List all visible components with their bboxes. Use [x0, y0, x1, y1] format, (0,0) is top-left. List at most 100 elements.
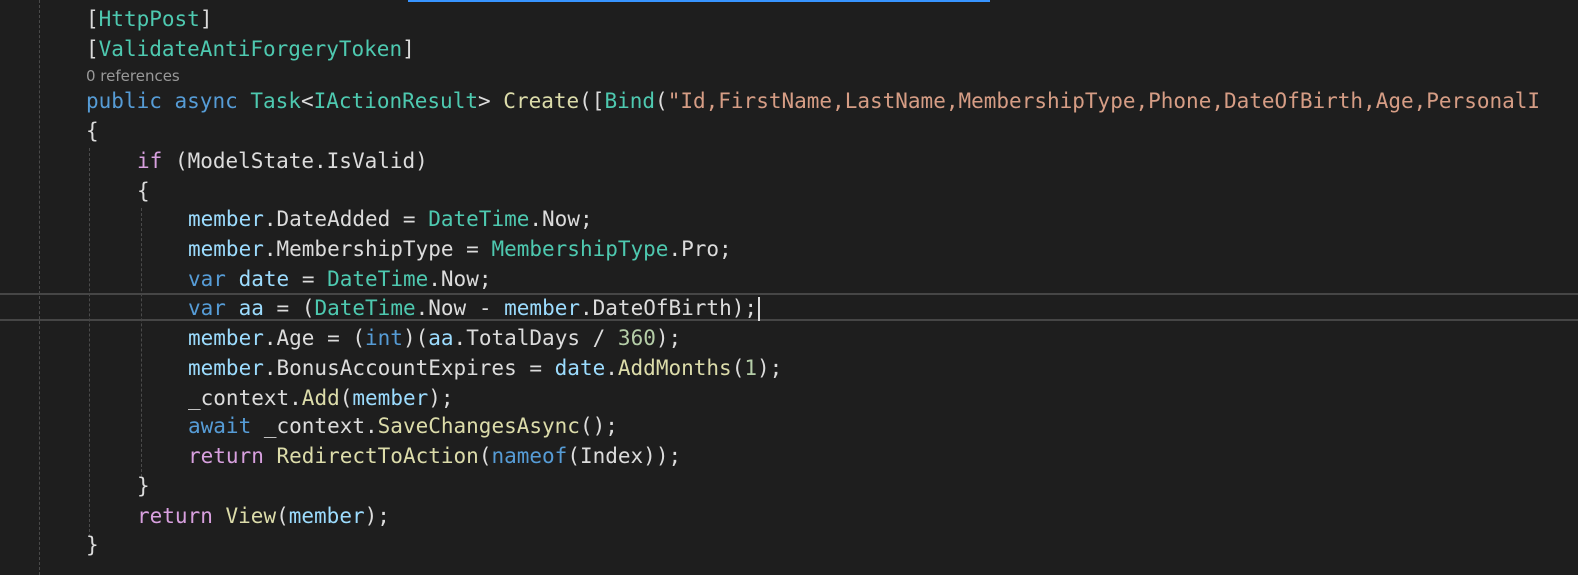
code-token: Create: [503, 89, 580, 113]
code-token: member: [352, 386, 429, 410]
code-line-text: _context.Add(member);: [188, 383, 454, 413]
code-token: Task: [250, 89, 301, 113]
code-token: >: [478, 89, 504, 113]
code-token: RedirectToAction: [276, 444, 479, 468]
code-token: .TotalDays /: [453, 326, 618, 350]
code-token: .Now;: [529, 207, 593, 231]
code-token: _context.: [251, 414, 378, 438]
code-line[interactable]: await _context.SaveChangesAsync();: [0, 411, 1578, 441]
code-line-text: return RedirectToAction(nameof(Index));: [188, 441, 681, 471]
code-token: DateTime: [428, 207, 530, 231]
code-token: .MembershipType =: [263, 237, 492, 261]
code-token: {: [86, 119, 99, 143]
code-token: (ModelState.IsValid): [162, 149, 428, 173]
code-token: (: [276, 504, 289, 528]
code-token: public: [86, 89, 162, 113]
code-line[interactable]: return View(member);: [0, 501, 1578, 531]
code-line[interactable]: [ValidateAntiForgeryToken]: [0, 34, 1578, 64]
code-line-text: {: [137, 176, 150, 206]
code-token: member: [188, 237, 264, 261]
code-token: {: [137, 179, 150, 203]
code-token: aa: [238, 296, 264, 320]
code-line-text: }: [137, 471, 150, 501]
code-line-text: {: [86, 116, 99, 146]
code-token: (: [478, 444, 492, 468]
code-line[interactable]: var aa = (DateTime.Now - member.DateOfBi…: [0, 293, 1578, 323]
code-token: .: [605, 356, 618, 380]
code-token: Add: [301, 386, 340, 410]
code-line[interactable]: member.DateAdded = DateTime.Now;: [0, 204, 1578, 234]
code-line[interactable]: member.Age = (int)(aa.TotalDays / 360);: [0, 323, 1578, 353]
code-token: var: [188, 296, 226, 320]
code-token: .Now -: [415, 296, 505, 320]
code-line[interactable]: }: [0, 471, 1578, 501]
code-line-text: return View(member);: [137, 501, 390, 531]
code-token: ]: [402, 37, 415, 61]
code-line-text: member.Age = (int)(aa.TotalDays / 360);: [188, 323, 681, 353]
code-line[interactable]: _context.Add(member);: [0, 383, 1578, 413]
code-token: HttpPost: [98, 7, 200, 31]
code-token: ValidateAntiForgeryToken: [98, 37, 403, 61]
code-token: date: [554, 356, 606, 380]
code-token: View: [225, 504, 277, 528]
code-line[interactable]: {: [0, 176, 1578, 206]
code-token: var: [188, 267, 226, 291]
code-line[interactable]: var date = DateTime.Now;: [0, 264, 1578, 294]
code-line-text: }: [86, 530, 99, 560]
code-line-text: var aa = (DateTime.Now - member.DateOfBi…: [188, 293, 761, 323]
code-line[interactable]: return RedirectToAction(nameof(Index));: [0, 441, 1578, 471]
code-line[interactable]: member.MembershipType = MembershipType.P…: [0, 234, 1578, 264]
code-token: .Pro;: [668, 237, 732, 261]
code-token: .DateOfBirth);: [580, 296, 758, 320]
code-token: )(: [402, 326, 429, 350]
code-line[interactable]: if (ModelState.IsValid): [0, 146, 1578, 176]
code-token: MembershipType: [491, 237, 669, 261]
code-token: (: [655, 89, 668, 113]
code-line[interactable]: }: [0, 530, 1578, 560]
code-token: [: [86, 7, 99, 31]
code-line-text: if (ModelState.IsValid): [137, 146, 428, 176]
code-token: [: [86, 37, 99, 61]
hyperlink-underline[interactable]: [408, 0, 990, 2]
code-token: _context.: [188, 386, 302, 410]
code-token: return: [137, 504, 213, 528]
code-line[interactable]: member.BonusAccountExpires = date.AddMon…: [0, 353, 1578, 383]
code-token: "Id,FirstName,LastName,MembershipType,Ph…: [667, 89, 1541, 113]
code-line-text: member.DateAdded = DateTime.Now;: [188, 204, 593, 234]
code-editor[interactable]: 0 references [HttpPost] [ValidateAntiForg…: [0, 0, 1578, 575]
code-token: );: [757, 356, 783, 380]
code-token: );: [655, 326, 682, 350]
code-token: .BonusAccountExpires =: [263, 356, 555, 380]
code-token: SaveChangesAsync: [377, 414, 580, 438]
code-line-text: member.BonusAccountExpires = date.AddMon…: [188, 353, 782, 383]
code-token: ();: [579, 414, 618, 438]
code-token: }: [86, 533, 99, 557]
code-line[interactable]: public async Task<IActionResult> Create(…: [0, 86, 1578, 116]
code-token: async: [174, 89, 238, 113]
code-line[interactable]: {: [0, 116, 1578, 146]
codelens-references[interactable]: 0 references: [86, 64, 180, 88]
code-token: <: [300, 89, 314, 113]
code-line-text: [HttpPost]: [86, 4, 212, 34]
code-token: nameof: [491, 444, 568, 468]
code-token: 360: [617, 326, 656, 350]
code-token: .Now;: [428, 267, 492, 291]
code-token: Bind: [604, 89, 656, 113]
code-token: DateTime: [314, 296, 416, 320]
code-token: );: [428, 386, 454, 410]
code-token: 1: [744, 356, 757, 380]
code-line[interactable]: [HttpPost]: [0, 4, 1578, 34]
code-token: member: [188, 207, 264, 231]
code-token: member: [188, 326, 264, 350]
code-token: DateTime: [327, 267, 429, 291]
code-token: aa: [428, 326, 454, 350]
code-token: ([: [579, 89, 605, 113]
code-token: .DateAdded =: [263, 207, 429, 231]
code-token: if: [137, 149, 163, 173]
code-token: );: [364, 504, 390, 528]
